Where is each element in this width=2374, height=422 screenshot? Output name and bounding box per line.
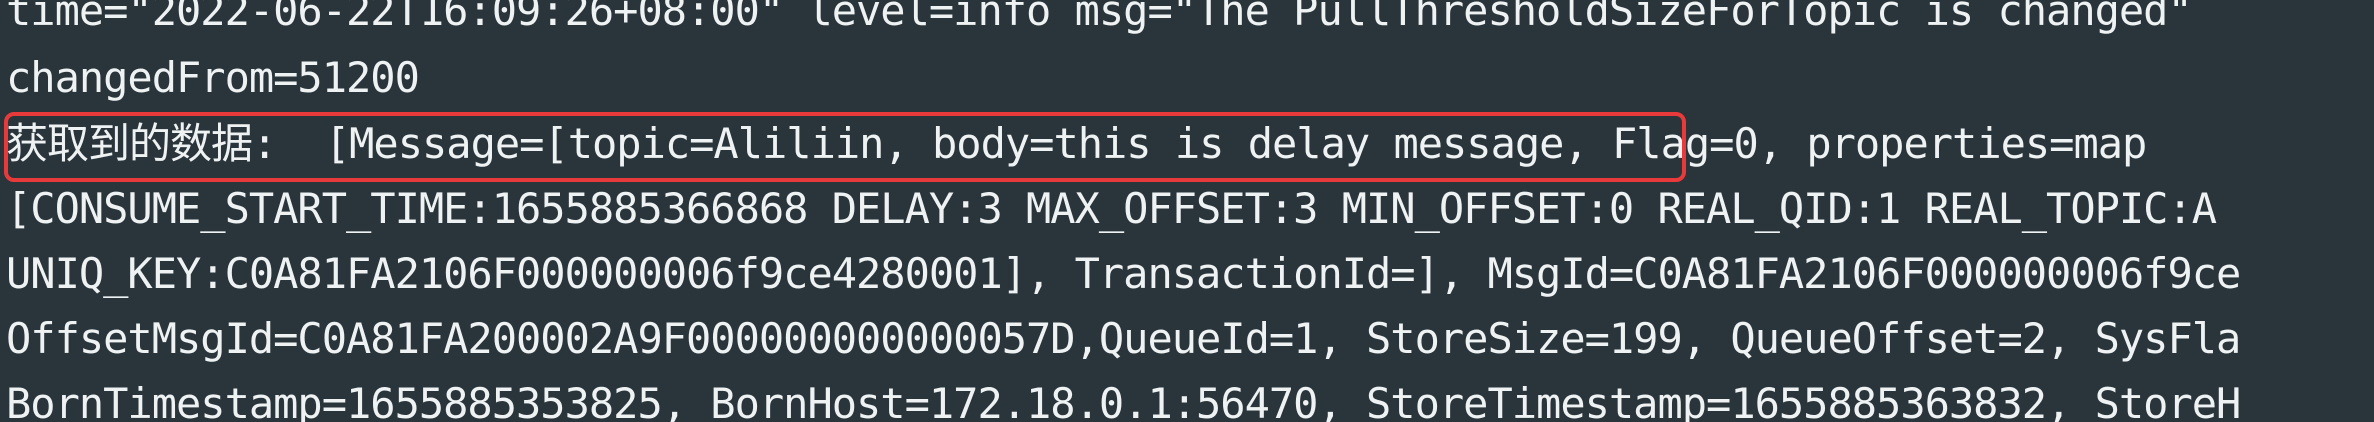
log-line-received-data: 获取到的数据: [Message=[topic=Aliliin, body=th… [6, 119, 2147, 168]
log-line: time="2022-06-22T16:09:26+08:00" level=i… [6, 0, 2217, 35]
log-line: changedFrom=51200 [6, 53, 420, 102]
log-line: OffsetMsgId=C0A81FA200002A9F000000000000… [6, 314, 2241, 363]
log-line: BornTimestamp=1655885353825, BornHost=17… [6, 379, 2241, 422]
log-line: UNIQ_KEY:C0A81FA2106F000000006f9ce428000… [6, 249, 2241, 298]
log-line: [CONSUME_START_TIME:1655885366868 DELAY:… [6, 184, 2217, 233]
terminal-output[interactable]: time="2022-06-22T16:09:26+08:00" level=i… [0, 0, 2374, 422]
